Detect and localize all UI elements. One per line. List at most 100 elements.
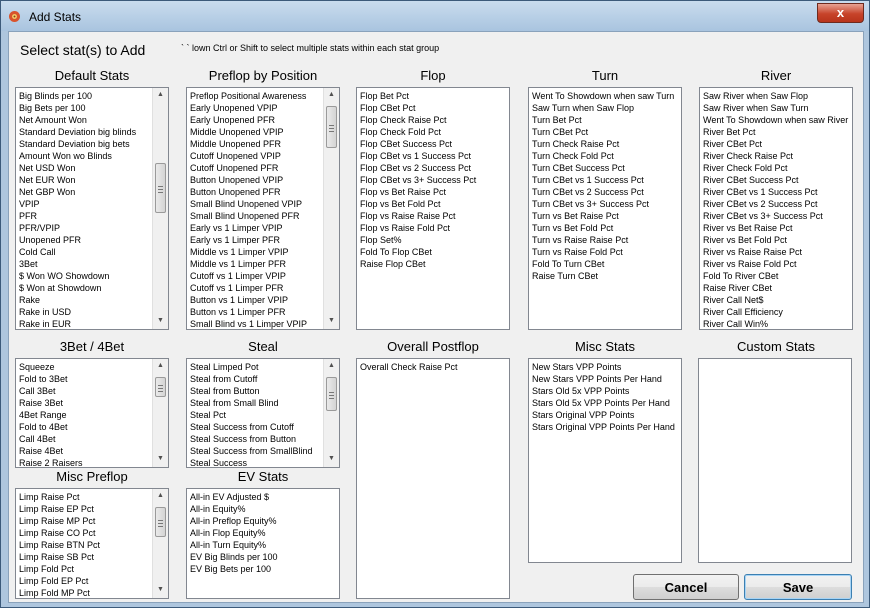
stat-list-item[interactable]: Early vs 1 Limper PFR xyxy=(190,234,339,246)
stat-list-item[interactable]: Button Unopened PFR xyxy=(190,186,339,198)
stat-list-item[interactable]: Went To Showdown when saw River xyxy=(703,114,852,126)
stat-list-item[interactable]: Saw Turn when Saw Flop xyxy=(532,102,681,114)
stat-list-item[interactable]: Standard Deviation big blinds xyxy=(19,126,168,138)
steal-scrollbar[interactable]: ▲ ▼ xyxy=(323,359,339,467)
overall-postflop-list[interactable]: Overall Check Raise Pct xyxy=(356,358,510,599)
stat-list-item[interactable]: River CBet vs 1 Success Pct xyxy=(703,186,852,198)
stat-list-item[interactable]: Preflop Positional Awareness xyxy=(190,90,339,102)
stat-list-item[interactable]: Small Blind Unopened VPIP xyxy=(190,198,339,210)
stat-list-item[interactable]: River Call Net$ xyxy=(703,294,852,306)
stat-list-item[interactable]: Raise River CBet xyxy=(703,282,852,294)
stat-list-item[interactable]: Flop CBet Success Pct xyxy=(360,138,509,150)
stat-list-item[interactable]: Middle Unopened VPIP xyxy=(190,126,339,138)
scroll-thumb[interactable] xyxy=(326,377,337,411)
scroll-down-arrow-icon[interactable]: ▼ xyxy=(324,314,339,328)
stat-list-item[interactable]: Turn vs Bet Raise Pct xyxy=(532,210,681,222)
stat-list-item[interactable]: River vs Bet Fold Pct xyxy=(703,234,852,246)
custom-stats-list[interactable] xyxy=(698,358,852,563)
stat-list-item[interactable]: Flop Bet Pct xyxy=(360,90,509,102)
stat-list-item[interactable]: Flop CBet Pct xyxy=(360,102,509,114)
stat-list-item[interactable]: Saw River when Saw Turn xyxy=(703,102,852,114)
stat-list-item[interactable]: EV Big Blinds per 100 xyxy=(190,551,339,563)
stat-list-item[interactable]: Fold To Turn CBet xyxy=(532,258,681,270)
stat-list-item[interactable]: Turn vs Raise Fold Pct xyxy=(532,246,681,258)
misc-preflop-scrollbar[interactable]: ▲ ▼ xyxy=(152,489,168,598)
stat-list-item[interactable]: Steal Pct xyxy=(190,409,339,421)
stat-list-item[interactable]: River Check Raise Pct xyxy=(703,150,852,162)
scroll-thumb[interactable] xyxy=(155,377,166,397)
stat-list-item[interactable]: Limp Fold Pct xyxy=(19,563,168,575)
stat-list-item[interactable]: Overall Check Raise Pct xyxy=(360,361,509,373)
scroll-thumb[interactable] xyxy=(155,507,166,537)
stat-list-item[interactable]: Early vs 1 Limper VPIP xyxy=(190,222,339,234)
stat-list-item[interactable]: Steal Success from SmallBlind xyxy=(190,445,339,457)
stat-list-item[interactable]: Big Bets per 100 xyxy=(19,102,168,114)
stat-list-item[interactable]: $ Won at Showdown xyxy=(19,282,168,294)
flop-list[interactable]: Flop Bet Pct Flop CBet Pct Flop Check Rais… xyxy=(356,87,510,330)
stat-list-item[interactable]: Turn vs Bet Fold Pct xyxy=(532,222,681,234)
stat-list-item[interactable]: River vs Raise Fold Pct xyxy=(703,258,852,270)
stat-list-item[interactable]: Middle vs 1 Limper VPIP xyxy=(190,246,339,258)
three-four-bet-list[interactable]: Squeeze Fold to 3Bet Call 3Bet Raise 3Bet 4B… xyxy=(15,358,169,468)
stat-list-item[interactable]: River CBet vs 3+ Success Pct xyxy=(703,210,852,222)
stat-list-item[interactable]: Raise Turn CBet xyxy=(532,270,681,282)
misc-preflop-list[interactable]: Limp Raise Pct Limp Raise EP Pct Limp Rais… xyxy=(15,488,169,599)
stat-list-item[interactable]: River Call Win% xyxy=(703,318,852,329)
stat-list-item[interactable]: $ Won WO Showdown xyxy=(19,270,168,282)
stat-list-item[interactable]: Turn Check Fold Pct xyxy=(532,150,681,162)
stat-list-item[interactable]: Squeeze xyxy=(19,361,168,373)
stat-list-item[interactable]: River CBet Pct xyxy=(703,138,852,150)
stat-list-item[interactable]: Cutoff vs 1 Limper PFR xyxy=(190,282,339,294)
scroll-up-arrow-icon[interactable]: ▲ xyxy=(324,88,339,102)
stat-list-item[interactable]: All-in Turn Equity% xyxy=(190,539,339,551)
stat-list-item[interactable]: Fold To Flop CBet xyxy=(360,246,509,258)
stat-list-item[interactable]: Cutoff Unopened PFR xyxy=(190,162,339,174)
stat-list-item[interactable]: Rake in EUR xyxy=(19,318,168,329)
stat-list-item[interactable]: Went To Showdown when saw Turn xyxy=(532,90,681,102)
stat-list-item[interactable]: Steal Success from Cutoff xyxy=(190,421,339,433)
stat-list-item[interactable]: Cutoff vs 1 Limper VPIP xyxy=(190,270,339,282)
stat-list-item[interactable]: Steal Success from Button xyxy=(190,433,339,445)
stat-list-item[interactable]: All-in Equity% xyxy=(190,503,339,515)
title-bar[interactable]: Add Stats x xyxy=(1,1,869,31)
stat-list-item[interactable]: Steal from Small Blind xyxy=(190,397,339,409)
stat-list-item[interactable]: Middle vs 1 Limper PFR xyxy=(190,258,339,270)
stat-list-item[interactable]: PFR xyxy=(19,210,168,222)
scroll-down-arrow-icon[interactable]: ▼ xyxy=(153,452,168,466)
scroll-thumb[interactable] xyxy=(155,163,166,213)
stat-list-item[interactable]: Rake in USD xyxy=(19,306,168,318)
stat-list-item[interactable]: Net GBP Won xyxy=(19,186,168,198)
close-button[interactable]: x xyxy=(817,3,864,23)
stat-list-item[interactable]: Flop vs Raise Raise Pct xyxy=(360,210,509,222)
stat-list-item[interactable]: Flop Set% xyxy=(360,234,509,246)
stat-list-item[interactable]: Net Amount Won xyxy=(19,114,168,126)
stat-list-item[interactable]: Limp Raise Pct xyxy=(19,491,168,503)
stat-list-item[interactable]: Stars Original VPP Points xyxy=(532,409,681,421)
stat-list-item[interactable]: River Call Efficiency xyxy=(703,306,852,318)
turn-list[interactable]: Went To Showdown when saw Turn Saw Turn w… xyxy=(528,87,682,330)
stat-list-item[interactable]: Stars Original VPP Points Per Hand xyxy=(532,421,681,433)
stat-list-item[interactable]: Small Blind vs 1 Limper VPIP xyxy=(190,318,339,329)
stat-list-item[interactable]: Early Unopened VPIP xyxy=(190,102,339,114)
stat-list-item[interactable]: Fold to 4Bet xyxy=(19,421,168,433)
stat-list-item[interactable]: Turn vs Raise Raise Pct xyxy=(532,234,681,246)
stat-list-item[interactable]: 4Bet Range xyxy=(19,409,168,421)
stat-list-item[interactable]: River vs Bet Raise Pct xyxy=(703,222,852,234)
stat-list-item[interactable]: Turn CBet vs 2 Success Pct xyxy=(532,186,681,198)
steal-list[interactable]: Steal Limped Pot Steal from Cutoff Steal f… xyxy=(186,358,340,468)
stat-list-item[interactable]: Flop CBet vs 1 Success Pct xyxy=(360,150,509,162)
stat-list-item[interactable]: Unopened PFR xyxy=(19,234,168,246)
stat-list-item[interactable]: River CBet vs 2 Success Pct xyxy=(703,198,852,210)
default-stats-scrollbar[interactable]: ▲ ▼ xyxy=(152,88,168,329)
stat-list-item[interactable]: Early Unopened PFR xyxy=(190,114,339,126)
preflop-by-position-scrollbar[interactable]: ▲ ▼ xyxy=(323,88,339,329)
stat-list-item[interactable]: Flop vs Bet Fold Pct xyxy=(360,198,509,210)
stat-list-item[interactable]: Turn Bet Pct xyxy=(532,114,681,126)
stat-list-item[interactable]: PFR/VPIP xyxy=(19,222,168,234)
stat-list-item[interactable]: Flop CBet vs 3+ Success Pct xyxy=(360,174,509,186)
three-four-bet-scrollbar[interactable]: ▲ ▼ xyxy=(152,359,168,467)
stat-list-item[interactable]: Net USD Won xyxy=(19,162,168,174)
stat-list-item[interactable]: Steal Success xyxy=(190,457,339,467)
stat-list-item[interactable]: Call 4Bet xyxy=(19,433,168,445)
stat-list-item[interactable]: Raise 2 Raisers xyxy=(19,457,168,467)
